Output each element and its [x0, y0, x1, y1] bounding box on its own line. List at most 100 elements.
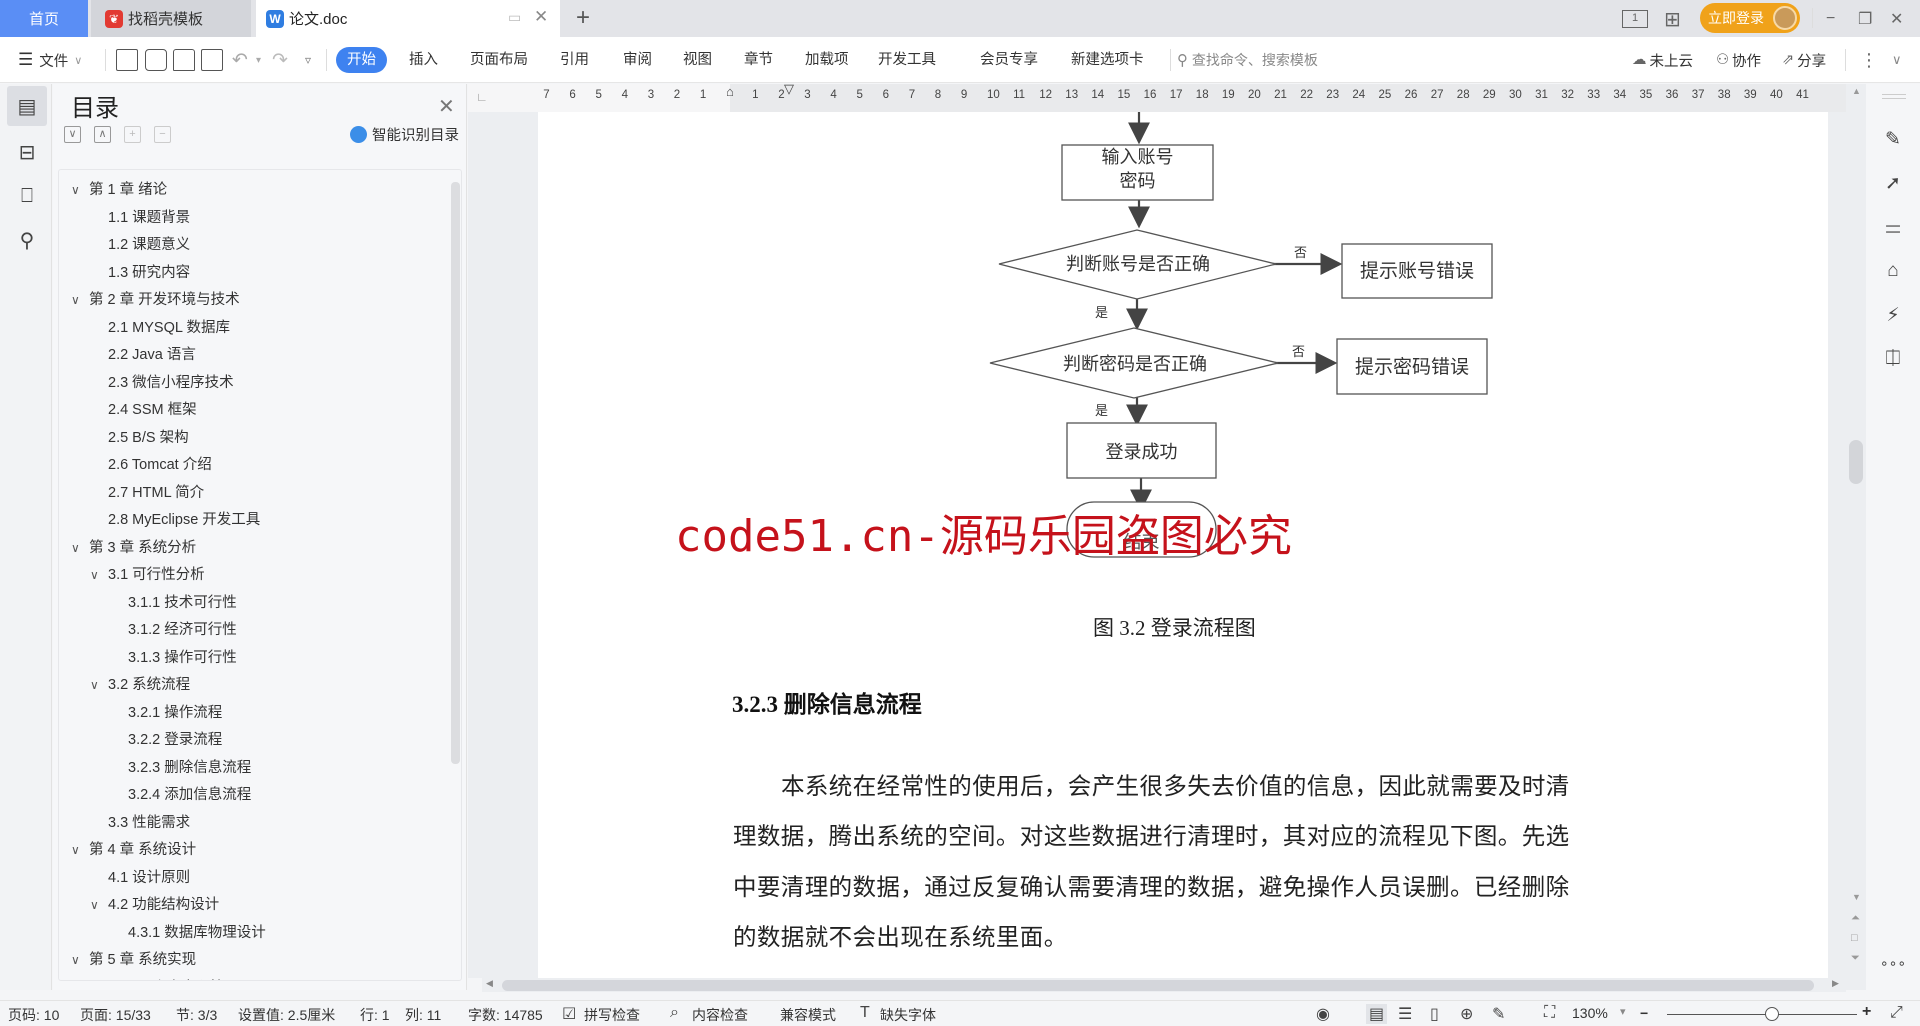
- ribbon-tab[interactable]: 会员专享: [980, 47, 1038, 73]
- print-icon[interactable]: [173, 49, 195, 71]
- collaborate-button[interactable]: ⚇ 协作: [1716, 37, 1761, 83]
- file-menu-button[interactable]: ☰ 文件 ∨: [18, 37, 82, 83]
- eye-protection-icon[interactable]: ◉: [1316, 1004, 1330, 1024]
- reading-search-icon[interactable]: ⎅: [1880, 346, 1906, 372]
- horizontal-scrollbar[interactable]: ◀ ▶: [482, 978, 1846, 992]
- expand-all-icon[interactable]: ∨: [64, 126, 81, 143]
- status-section[interactable]: 节: 3/3: [176, 1005, 217, 1025]
- chevron-down-icon[interactable]: ∨: [71, 288, 89, 312]
- ribbon-tab[interactable]: 加载项: [805, 47, 849, 73]
- collapse-ribbon-icon[interactable]: ∨: [1892, 37, 1902, 83]
- missing-font-button[interactable]: 缺失字体: [880, 1005, 936, 1025]
- toc-item[interactable]: ∨ 第 2 章 开发环境与技术: [71, 288, 240, 312]
- ribbon-tab[interactable]: 开始: [336, 47, 387, 73]
- zoom-slider[interactable]: [1667, 1014, 1857, 1015]
- toc-item[interactable]: 3.2.2 登录流程: [128, 728, 222, 752]
- zoom-dropdown-icon[interactable]: ▾: [1620, 1005, 1626, 1018]
- toc-panel-icon[interactable]: ▤: [7, 86, 47, 126]
- layout-toggle-icon[interactable]: 1: [1622, 6, 1648, 32]
- reading-view-icon[interactable]: ▯: [1430, 1004, 1439, 1024]
- spell-check-button[interactable]: 拼写检查: [584, 1005, 640, 1025]
- next-page-icon[interactable]: ⏷: [1851, 952, 1860, 965]
- tab-home[interactable]: 首页: [0, 0, 88, 37]
- tab-document[interactable]: W 论文.doc ▭ ✕: [256, 0, 560, 37]
- toc-item[interactable]: 2.7 HTML 简介: [108, 481, 204, 505]
- toc-item[interactable]: 4.1 设计原则: [108, 866, 190, 890]
- toc-item[interactable]: 3.1.1 技术可行性: [128, 591, 237, 615]
- chevron-down-icon[interactable]: ∨: [90, 893, 108, 917]
- first-line-indent-icon[interactable]: ▽: [784, 81, 794, 97]
- indent-marker-icon[interactable]: ⌂: [726, 84, 734, 99]
- toc-item[interactable]: 3.3 性能需求: [108, 811, 190, 835]
- drag-handle-icon[interactable]: [1882, 94, 1906, 99]
- toc-item[interactable]: ∨ 第 3 章 系统分析: [71, 536, 196, 560]
- toc-item[interactable]: ∨ 第 5 章 系统实现: [71, 948, 196, 972]
- status-setting[interactable]: 设置值: 2.5厘米: [238, 1005, 335, 1025]
- ribbon-tab[interactable]: 页面布局: [470, 47, 528, 73]
- horizontal-ruler[interactable]: ∟ 7 6 5 4 3 2 1 1 2 3 4 5 6 7 8 9 10 11 12 13 14 15 16 17 18 19 20…: [468, 81, 1920, 112]
- collapse-all-icon[interactable]: ∧: [94, 126, 111, 143]
- toc-item[interactable]: 2.8 MyEclipse 开发工具: [108, 508, 260, 532]
- chevron-down-icon[interactable]: ∨: [71, 948, 89, 972]
- toc-item[interactable]: 2.1 MYSQL 数据库: [108, 316, 230, 340]
- quick-tools-icon[interactable]: ⚡: [1880, 302, 1906, 328]
- zoom-out-button[interactable]: −: [1640, 1005, 1648, 1021]
- command-search-input[interactable]: ⚲ 查找命令、搜索模板: [1177, 50, 1318, 70]
- zoom-slider-handle[interactable]: [1764, 1007, 1779, 1021]
- toc-item[interactable]: ∨ 4.2 功能结构设计: [90, 893, 219, 917]
- toc-item[interactable]: ∨ 第 1 章 绪论: [71, 178, 167, 202]
- close-window-button[interactable]: ✕: [1890, 6, 1903, 32]
- toc-item[interactable]: 3.2.4 添加信息流程: [128, 783, 251, 807]
- scroll-right-icon[interactable]: ▶: [1832, 978, 1839, 989]
- toc-item[interactable]: 2.2 Java 语言: [108, 343, 196, 367]
- toc-item[interactable]: 3.2.1 操作流程: [128, 701, 222, 725]
- toc-item[interactable]: 3.1.2 经济可行性: [128, 618, 237, 642]
- toc-item[interactable]: ∨ 第 4 章 系统设计: [71, 838, 196, 862]
- chevron-down-icon[interactable]: ∨: [71, 838, 89, 862]
- close-icon[interactable]: ✕: [438, 94, 455, 119]
- ribbon-tab[interactable]: 插入: [409, 47, 438, 73]
- toc-item[interactable]: 2.5 B/S 架构: [108, 426, 189, 450]
- scroll-left-icon[interactable]: ◀: [486, 978, 493, 989]
- select-cursor-icon[interactable]: ➚: [1880, 170, 1906, 196]
- vertical-scroll-thumb[interactable]: [1849, 440, 1863, 484]
- redo-icon[interactable]: ↷: [272, 37, 288, 83]
- new-tab-button[interactable]: +: [568, 4, 598, 34]
- minimize-button[interactable]: −: [1826, 6, 1835, 32]
- toc-item[interactable]: 4.3.1 数据库物理设计: [128, 921, 266, 945]
- zoom-in-button[interactable]: +: [1862, 1003, 1871, 1021]
- customize-quick-access-icon[interactable]: ▿: [305, 37, 311, 83]
- toc-item[interactable]: 1.2 课题意义: [108, 233, 190, 257]
- scroll-up-icon[interactable]: ▲: [1852, 86, 1861, 96]
- horizontal-scroll-thumb[interactable]: [502, 980, 1814, 991]
- status-page-count[interactable]: 页面: 15/33: [80, 1005, 151, 1025]
- tab-stop-selector-icon[interactable]: ∟: [476, 90, 488, 104]
- vertical-scrollbar[interactable]: ▲ ▼ ⏶ □ ⏷: [1846, 84, 1866, 990]
- scroll-down-icon[interactable]: ▼: [1852, 892, 1861, 902]
- ribbon-tab[interactable]: 新建选项卡: [1071, 47, 1144, 73]
- toc-item[interactable]: ∨ 3.1 可行性分析: [90, 563, 205, 587]
- web-view-icon[interactable]: ⊕: [1460, 1004, 1473, 1024]
- apps-grid-icon[interactable]: ⊞: [1664, 6, 1681, 32]
- pen-style-icon[interactable]: ✎: [1880, 126, 1906, 152]
- chevron-down-icon[interactable]: ∨: [90, 673, 108, 697]
- ribbon-tab[interactable]: 视图: [683, 47, 712, 73]
- toc-item[interactable]: 2.6 Tomcat 介绍: [108, 453, 212, 477]
- promote-level-icon[interactable]: +: [124, 126, 141, 143]
- toc-item[interactable]: 3.2.3 删除信息流程: [128, 756, 251, 780]
- print-preview-icon[interactable]: [201, 49, 223, 71]
- ribbon-tab[interactable]: 开发工具: [878, 47, 936, 73]
- cloud-status-button[interactable]: ☁ 未上云: [1632, 37, 1693, 83]
- more-tools-icon[interactable]: ∘∘∘: [1880, 950, 1906, 976]
- more-options-icon[interactable]: ⋮: [1860, 37, 1878, 83]
- select-browse-object-icon[interactable]: □: [1851, 932, 1858, 944]
- fit-page-icon[interactable]: ⛶: [1544, 1004, 1555, 1022]
- ribbon-tab[interactable]: 引用: [560, 47, 589, 73]
- fullscreen-icon[interactable]: ⤢: [1890, 1004, 1903, 1022]
- chevron-down-icon[interactable]: ∨: [90, 563, 108, 587]
- tab-docer-templates[interactable]: ❦ 找稻壳模板: [91, 0, 251, 37]
- outline-view-icon[interactable]: ☰: [1398, 1004, 1412, 1024]
- toc-item[interactable]: ∨ 3.2 系统流程: [90, 673, 190, 697]
- writing-mode-icon[interactable]: ✎: [1492, 1004, 1505, 1024]
- share-button[interactable]: ⇗ 分享: [1782, 37, 1826, 83]
